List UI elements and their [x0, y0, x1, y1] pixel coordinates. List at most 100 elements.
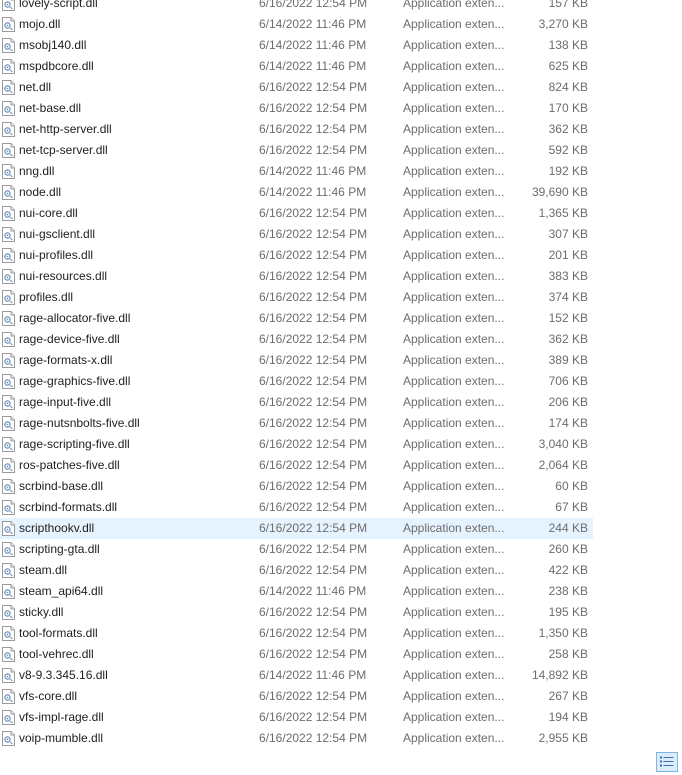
file-size: 67 KB — [555, 500, 588, 514]
file-name: rage-formats-x.dll — [19, 353, 113, 367]
file-size: 244 KB — [548, 521, 588, 535]
file-type: Application exten... — [403, 0, 505, 10]
file-row[interactable]: rage-allocator-five.dll 6/16/2022 12:54 … — [0, 308, 593, 329]
file-date-modified: 6/16/2022 12:54 PM — [259, 647, 368, 661]
file-row[interactable]: nui-gsclient.dll 6/16/2022 12:54 PM Appl… — [0, 224, 593, 245]
dll-file-icon — [2, 206, 15, 221]
file-row[interactable]: net-base.dll 6/16/2022 12:54 PM Applicat… — [0, 98, 593, 119]
file-size: 157 KB — [548, 0, 588, 10]
file-date-modified: 6/16/2022 12:54 PM — [259, 332, 368, 346]
file-row[interactable]: lovely-script.dll 6/16/2022 12:54 PM App… — [0, 0, 593, 14]
file-size: 267 KB — [548, 689, 588, 703]
file-row[interactable]: nui-resources.dll 6/16/2022 12:54 PM App… — [0, 266, 593, 287]
file-row[interactable]: net-http-server.dll 6/16/2022 12:54 PM A… — [0, 119, 593, 140]
dll-file-icon — [2, 416, 15, 431]
file-row[interactable]: sticky.dll 6/16/2022 12:54 PM Applicatio… — [0, 602, 593, 623]
file-date-modified: 6/16/2022 12:54 PM — [259, 248, 368, 262]
file-size: 1,365 KB — [538, 206, 588, 220]
file-row[interactable]: tool-vehrec.dll 6/16/2022 12:54 PM Appli… — [0, 644, 593, 665]
file-row[interactable]: voip-mumble.dll 6/16/2022 12:54 PM Appli… — [0, 728, 593, 749]
details-view-button[interactable] — [656, 752, 678, 772]
file-name: lovely-script.dll — [19, 0, 98, 10]
dll-file-icon — [2, 185, 15, 200]
file-row[interactable]: net-tcp-server.dll 6/16/2022 12:54 PM Ap… — [0, 140, 593, 161]
file-row[interactable]: node.dll 6/14/2022 11:46 PM Application … — [0, 182, 593, 203]
dll-file-icon — [2, 710, 15, 725]
file-size: 362 KB — [548, 122, 588, 136]
file-row[interactable]: mojo.dll 6/14/2022 11:46 PM Application … — [0, 14, 593, 35]
file-row[interactable]: steam_api64.dll 6/14/2022 11:46 PM Appli… — [0, 581, 593, 602]
file-row[interactable]: rage-device-five.dll 6/16/2022 12:54 PM … — [0, 329, 593, 350]
file-size: 389 KB — [548, 353, 588, 367]
dll-file-icon — [2, 80, 15, 95]
file-row[interactable]: steam.dll 6/16/2022 12:54 PM Application… — [0, 560, 593, 581]
file-row[interactable]: rage-graphics-five.dll 6/16/2022 12:54 P… — [0, 371, 593, 392]
file-size: 824 KB — [548, 80, 588, 94]
dll-file-icon — [2, 458, 15, 473]
dll-file-icon — [2, 479, 15, 494]
file-type: Application exten... — [403, 269, 505, 283]
file-type: Application exten... — [403, 38, 505, 52]
dll-file-icon — [2, 0, 15, 11]
file-name: nui-profiles.dll — [19, 248, 94, 262]
file-date-modified: 6/16/2022 12:54 PM — [259, 563, 368, 577]
file-row[interactable]: rage-nutsnbolts-five.dll 6/16/2022 12:54… — [0, 413, 593, 434]
file-row[interactable]: mspdbcore.dll 6/14/2022 11:46 PM Applica… — [0, 56, 593, 77]
file-date-modified: 6/14/2022 11:46 PM — [259, 185, 367, 199]
file-type: Application exten... — [403, 227, 505, 241]
file-row[interactable]: tool-formats.dll 6/16/2022 12:54 PM Appl… — [0, 623, 593, 644]
file-name: net-tcp-server.dll — [19, 143, 108, 157]
dll-file-icon — [2, 38, 15, 53]
file-name: net-http-server.dll — [19, 122, 112, 136]
file-type: Application exten... — [403, 626, 505, 640]
file-row[interactable]: v8-9.3.345.16.dll 6/14/2022 11:46 PM App… — [0, 665, 593, 686]
file-size: 14,892 KB — [531, 668, 588, 682]
file-row[interactable]: rage-formats-x.dll 6/16/2022 12:54 PM Ap… — [0, 350, 593, 371]
file-name: msobj140.dll — [19, 38, 87, 52]
file-name: scrbind-base.dll — [19, 479, 104, 493]
file-size: 258 KB — [548, 647, 588, 661]
file-date-modified: 6/16/2022 12:54 PM — [259, 710, 368, 724]
file-type: Application exten... — [403, 731, 505, 745]
file-date-modified: 6/16/2022 12:54 PM — [259, 227, 368, 241]
file-name: scripting-gta.dll — [19, 542, 100, 556]
file-row[interactable]: nui-core.dll 6/16/2022 12:54 PM Applicat… — [0, 203, 593, 224]
file-date-modified: 6/16/2022 12:54 PM — [259, 101, 368, 115]
file-name: profiles.dll — [19, 290, 74, 304]
file-row[interactable]: profiles.dll 6/16/2022 12:54 PM Applicat… — [0, 287, 593, 308]
file-date-modified: 6/14/2022 11:46 PM — [259, 584, 367, 598]
file-row[interactable]: net.dll 6/16/2022 12:54 PM Application e… — [0, 77, 593, 98]
file-name: rage-scripting-five.dll — [19, 437, 130, 451]
file-size: 2,955 KB — [538, 731, 588, 745]
file-row[interactable]: vfs-core.dll 6/16/2022 12:54 PM Applicat… — [0, 686, 593, 707]
file-type: Application exten... — [403, 290, 505, 304]
file-size: 39,690 KB — [531, 185, 588, 199]
file-row[interactable]: rage-input-five.dll 6/16/2022 12:54 PM A… — [0, 392, 593, 413]
file-size: 706 KB — [548, 374, 588, 388]
file-row[interactable]: msobj140.dll 6/14/2022 11:46 PM Applicat… — [0, 35, 593, 56]
file-row[interactable]: vfs-impl-rage.dll 6/16/2022 12:54 PM App… — [0, 707, 593, 728]
file-type: Application exten... — [403, 59, 505, 73]
file-row[interactable]: scrbind-formats.dll 6/16/2022 12:54 PM A… — [0, 497, 593, 518]
dll-file-icon — [2, 248, 15, 263]
file-date-modified: 6/14/2022 11:46 PM — [259, 59, 367, 73]
file-name: nui-gsclient.dll — [19, 227, 96, 241]
file-date-modified: 6/14/2022 11:46 PM — [259, 38, 367, 52]
file-size: 194 KB — [548, 710, 588, 724]
file-name: nui-core.dll — [19, 206, 78, 220]
file-row[interactable]: nng.dll 6/14/2022 11:46 PM Application e… — [0, 161, 593, 182]
file-date-modified: 6/16/2022 12:54 PM — [259, 626, 368, 640]
file-type: Application exten... — [403, 374, 505, 388]
file-row[interactable]: rage-scripting-five.dll 6/16/2022 12:54 … — [0, 434, 593, 455]
file-size: 362 KB — [548, 332, 588, 346]
file-name: rage-input-five.dll — [19, 395, 112, 409]
file-row[interactable]: scripting-gta.dll 6/16/2022 12:54 PM App… — [0, 539, 593, 560]
file-type: Application exten... — [403, 458, 505, 472]
file-size: 260 KB — [548, 542, 588, 556]
file-size: 201 KB — [548, 248, 588, 262]
file-row[interactable]: scripthookv.dll 6/16/2022 12:54 PM Appli… — [0, 518, 593, 539]
file-name: rage-allocator-five.dll — [19, 311, 131, 325]
file-row[interactable]: nui-profiles.dll 6/16/2022 12:54 PM Appl… — [0, 245, 593, 266]
file-row[interactable]: ros-patches-five.dll 6/16/2022 12:54 PM … — [0, 455, 593, 476]
file-row[interactable]: scrbind-base.dll 6/16/2022 12:54 PM Appl… — [0, 476, 593, 497]
